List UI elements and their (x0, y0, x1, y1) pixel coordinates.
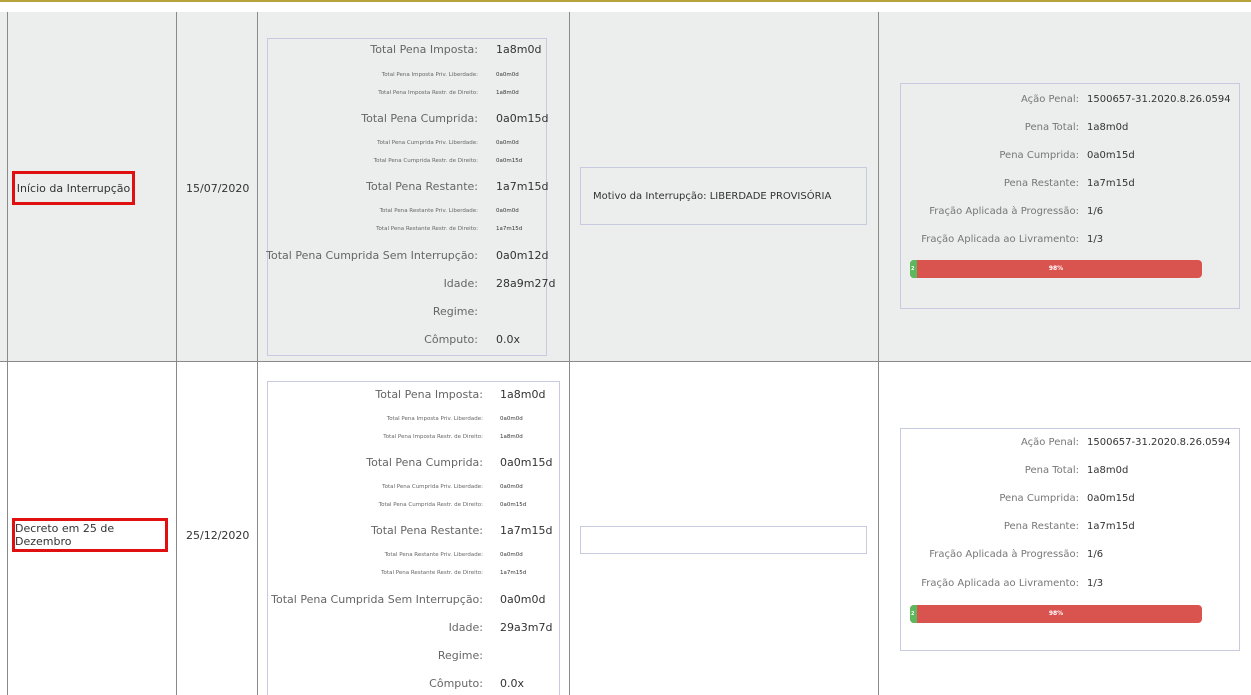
acao-value: 1500657-31.2020.8.26.0594 (1087, 437, 1231, 448)
acao-value: 1a7m15d (1087, 178, 1135, 189)
acao-value: 1/3 (1087, 578, 1104, 589)
acao-label: Pena Cumprida: (999, 493, 1079, 504)
pena-value: 0a0m0d (500, 416, 523, 422)
motivo-box: Motivo da Interrupção: LIBERDADE PROVISÓ… (580, 167, 867, 225)
pena-value: 0a0m0d (496, 140, 519, 146)
pena-value: 1a7m15d (500, 570, 527, 576)
progress-bar-done: 2 (910, 260, 917, 278)
column-divider (176, 12, 177, 695)
pena-value: 0a0m0d (500, 593, 546, 606)
pena-value: 0a0m15d (496, 112, 549, 125)
pena-label: Regime: (437, 649, 483, 662)
pena-label: Total Pena Imposta Restr. de Direito: (378, 90, 478, 96)
progress-bar: 2 98% (910, 605, 1202, 623)
pena-value: 1a7m15d (496, 226, 523, 232)
pena-label: Total Pena Imposta: (370, 43, 478, 56)
pena-label: Total Pena Restante Priv. Liberdade: (384, 552, 483, 558)
pena-label: Total Pena Imposta Priv. Liberdade: (386, 416, 483, 422)
acao-value: 0a0m15d (1087, 493, 1135, 504)
pena-value: 1a8m0d (500, 434, 523, 440)
progress-bar-label: 98% (1048, 265, 1064, 272)
pena-value: 0a0m12d (496, 249, 549, 262)
pena-summary-box: Total Pena Imposta: 1a8m0d Total Pena Imp… (266, 38, 555, 356)
acao-label: Fração Aplicada à Progressão: (929, 549, 1079, 560)
acao-penal-box: Ação Penal: 1500657-31.2020.8.26.0594 Pe… (900, 83, 1240, 309)
acao-value: 1a8m0d (1087, 465, 1129, 476)
acao-value: 1a8m0d (1087, 122, 1129, 133)
pena-value: 1a8m0d (500, 388, 546, 401)
pena-label: Total Pena Imposta Priv. Liberdade: (381, 72, 478, 78)
pena-value: 1a8m0d (496, 90, 519, 96)
acao-label: Pena Total: (1024, 122, 1079, 133)
progress-bar-done: 2 (910, 605, 917, 623)
pena-label: Total Pena Cumprida Restr. de Direito: (373, 158, 478, 164)
pena-value: 0a0m0d (500, 484, 523, 490)
progress-bar: 2 98% (910, 260, 1202, 278)
pena-label: Regime: (432, 305, 478, 318)
pena-value: 0a0m15d (500, 502, 527, 508)
pena-value: 0.0x (496, 333, 521, 346)
pena-value: 0a0m0d (500, 552, 523, 558)
pena-value: 1a7m15d (500, 524, 553, 537)
pena-label: Total Pena Cumprida Priv. Liberdade: (377, 140, 478, 146)
row-divider (0, 361, 1251, 362)
pena-label: Total Pena Restante Restr. de Direito: (376, 226, 478, 232)
pena-label: Total Pena Restante: (366, 180, 478, 193)
acao-value: 1500657-31.2020.8.26.0594 (1087, 94, 1231, 105)
acao-penal-box: Ação Penal: 1500657-31.2020.8.26.0594 Pe… (900, 428, 1240, 651)
acao-label: Pena Cumprida: (999, 150, 1079, 161)
motivo-box (580, 526, 867, 554)
acao-label: Pena Restante: (1003, 521, 1079, 532)
acao-value: 1/6 (1087, 206, 1104, 217)
acao-label: Fração Aplicada ao Livramento: (921, 234, 1079, 245)
evento-cell: Início da Interrupção (12, 171, 135, 205)
pena-label: Total Pena Cumprida: (366, 456, 483, 469)
evento-cell: Decreto em 25 de Dezembro (12, 518, 168, 552)
column-divider (257, 12, 258, 695)
acao-label: Ação Penal: (1020, 437, 1079, 448)
pena-summary-box: Total Pena Imposta: 1a8m0d Total Pena Imp… (267, 381, 560, 695)
pena-value: 0a0m15d (500, 456, 553, 469)
pena-label: Total Pena Restante Restr. de Direito: (381, 570, 483, 576)
date-cell: 25/12/2020 (186, 529, 250, 542)
pena-value: 29a3m7d (500, 621, 553, 634)
column-divider (569, 12, 570, 695)
acao-value: 1a7m15d (1087, 521, 1135, 532)
acao-label: Ação Penal: (1020, 94, 1079, 105)
pena-value: 1a8m0d (496, 43, 542, 56)
acao-value: 1/3 (1087, 234, 1104, 245)
pena-label: Total Pena Cumprida: (361, 112, 478, 125)
column-divider (7, 12, 8, 695)
acao-label: Pena Total: (1024, 465, 1079, 476)
pena-value: 0a0m15d (496, 158, 523, 164)
pena-label: Idade: (448, 621, 483, 634)
acao-label: Pena Restante: (1003, 178, 1079, 189)
pena-label: Total Pena Imposta Restr. de Direito: (383, 434, 483, 440)
pena-value: 0.0x (500, 677, 525, 690)
pena-value: 0a0m0d (496, 208, 519, 214)
pena-label: Idade: (443, 277, 478, 290)
pena-label: Cômputo: (424, 333, 478, 346)
pena-label: Total Pena Restante: (371, 524, 483, 537)
pena-value: 1a7m15d (496, 180, 549, 193)
pena-label: Total Pena Cumprida Sem Interrupção: (271, 593, 483, 606)
pena-label: Cômputo: (429, 677, 483, 690)
acao-label: Fração Aplicada ao Livramento: (921, 578, 1079, 589)
acao-value: 1/6 (1087, 549, 1104, 560)
progress-bar-label: 98% (1048, 610, 1064, 617)
results-table: Início da Interrupção 15/07/2020 Total P… (0, 0, 1251, 695)
pena-label: Total Pena Cumprida Restr. de Direito: (378, 502, 483, 508)
pena-label: Total Pena Imposta: (375, 388, 483, 401)
acao-value: 0a0m15d (1087, 150, 1135, 161)
pena-value: 28a9m27d (496, 277, 556, 290)
pena-value: 0a0m0d (496, 72, 519, 78)
pena-label: Total Pena Restante Priv. Liberdade: (379, 208, 478, 214)
acao-label: Fração Aplicada à Progressão: (929, 206, 1079, 217)
pena-label: Total Pena Cumprida Priv. Liberdade: (382, 484, 483, 490)
date-cell: 15/07/2020 (186, 182, 250, 195)
pena-label: Total Pena Cumprida Sem Interrupção: (266, 249, 478, 262)
column-divider (878, 12, 879, 695)
